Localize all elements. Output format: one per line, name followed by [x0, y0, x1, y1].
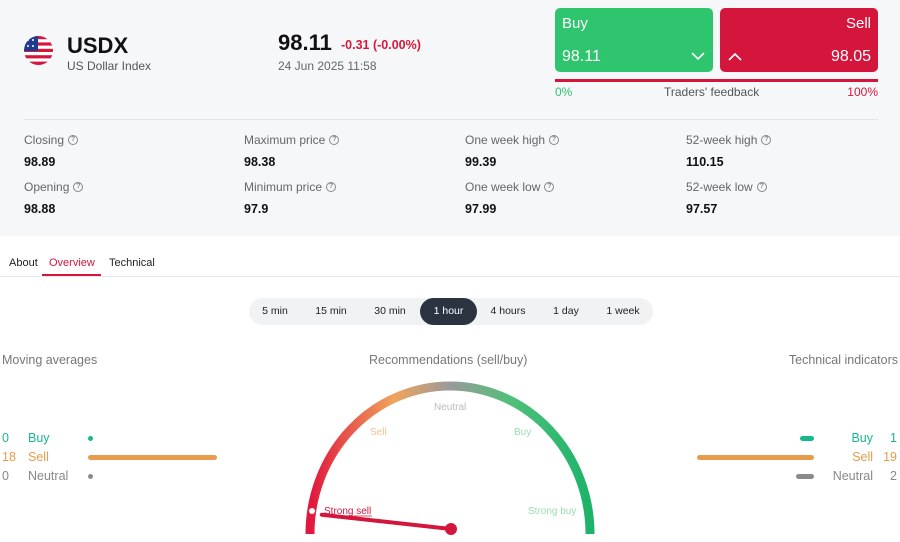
info-icon[interactable]: ?: [761, 135, 772, 145]
tab-overview[interactable]: Overview: [49, 257, 95, 269]
buy-button-label: Buy: [562, 15, 588, 32]
stat-label: Opening: [24, 180, 70, 194]
ma-sell-count: 18: [2, 450, 16, 464]
sell-button[interactable]: Sell 98.05: [720, 8, 878, 72]
buy-button[interactable]: Buy 98.11: [555, 8, 713, 72]
recommendations-title: Recommendations (sell/buy): [369, 353, 528, 367]
period-30-min[interactable]: 30 min: [361, 298, 419, 325]
gauge-endpoint: [309, 508, 315, 514]
stat-label: Closing: [24, 133, 65, 147]
ti-buy-bar: [800, 436, 814, 441]
gauge-label-sell: Sell: [370, 427, 387, 438]
info-icon[interactable]: ?: [329, 135, 340, 145]
chevron-down-icon: [691, 52, 705, 61]
gauge-label-strong-buy: Strong buy: [528, 506, 576, 517]
ti-sell-bar: [697, 455, 814, 460]
stat-label: One week high: [465, 133, 546, 147]
stat-maximum-price: Maximum price? 98.38: [244, 133, 444, 169]
info-icon[interactable]: ?: [756, 182, 767, 192]
instrument-name: US Dollar Index: [67, 59, 152, 73]
sell-button-label: Sell: [845, 15, 871, 32]
stat-label: Maximum price: [244, 133, 326, 147]
us-flag-icon: [24, 36, 53, 65]
ti-neutral-label: Neutral: [832, 469, 873, 483]
ma-sell-bar: [88, 455, 217, 460]
active-tab-indicator: [42, 274, 101, 276]
tab-technical[interactable]: Technical: [109, 257, 155, 269]
technical-indicators-title: Technical indicators: [788, 353, 898, 367]
info-icon[interactable]: ?: [549, 135, 560, 145]
gauge-needle: [319, 512, 453, 531]
feedback-sell-percent: 100%: [847, 85, 878, 99]
stat-closing: Closing? 98.89: [24, 133, 224, 169]
ti-sell-label: Sell: [852, 450, 873, 464]
current-price: 98.11: [278, 30, 332, 55]
quote-timestamp: 24 Jun 2025 11:58: [278, 59, 377, 73]
ti-neutral-count: 2: [890, 469, 897, 483]
period-15-min[interactable]: 15 min: [301, 298, 361, 325]
tab-about[interactable]: About: [9, 257, 38, 269]
ma-neutral-bar: [88, 474, 93, 479]
instrument-panel: USDX US Dollar Index 98.11 -0.31 (-0.00%…: [0, 0, 900, 236]
gauge-needle-hub: [445, 523, 457, 535]
section-tabs: About Overview Technical: [0, 252, 900, 277]
feedback-buy-percent: 0%: [555, 85, 573, 99]
stat-minimum-price: Minimum price? 97.9: [244, 180, 444, 216]
info-icon[interactable]: ?: [68, 135, 79, 145]
stat-value: 97.9: [244, 202, 269, 216]
stat-one-week-high: One week high? 99.39: [465, 133, 665, 169]
stat-value: 97.99: [465, 202, 497, 216]
stat-label: 52-week low: [686, 180, 753, 194]
ti-sell-count: 19: [883, 450, 897, 464]
stat-label: One week low: [465, 180, 541, 194]
stat-value: 99.39: [465, 155, 497, 169]
ma-buy-bar: [88, 436, 93, 441]
feedback-label: Traders' feedback: [664, 85, 760, 99]
ma-sell-label: Sell: [28, 450, 49, 464]
stat-value: 97.57: [686, 202, 718, 216]
stat-value: 98.38: [244, 155, 276, 169]
buy-price: 98.11: [562, 48, 601, 65]
stat-52-week-low: 52-week low? 97.57: [686, 180, 886, 216]
ma-neutral-label: Neutral: [28, 469, 69, 483]
gauge-label-neutral: Neutral: [434, 402, 466, 413]
stat-value: 110.15: [686, 155, 724, 169]
ma-neutral-count: 0: [2, 469, 9, 483]
price-change: -0.31 (-0.00%): [341, 38, 421, 52]
sell-price: 98.05: [830, 48, 871, 65]
stat-value: 98.89: [24, 155, 56, 169]
instrument-symbol: USDX: [67, 33, 129, 58]
stat-label: Minimum price: [244, 180, 323, 194]
ti-buy-label: Buy: [851, 431, 873, 445]
ti-neutral-bar: [796, 474, 814, 479]
period-selector: 5 min 15 min 30 min 1 hour 4 hours 1 day…: [249, 298, 653, 325]
ma-buy-count: 0: [2, 431, 9, 445]
moving-averages-title: Moving averages: [2, 353, 98, 367]
period-1-hour[interactable]: 1 hour: [420, 298, 477, 325]
info-icon[interactable]: ?: [544, 182, 555, 192]
stat-one-week-low: One week low? 97.99: [465, 180, 665, 216]
divider: [24, 119, 878, 120]
ma-buy-label: Buy: [28, 431, 50, 445]
stat-label: 52-week high: [686, 133, 758, 147]
period-1-week[interactable]: 1 week: [593, 298, 653, 325]
info-icon[interactable]: ?: [73, 182, 84, 192]
stat-opening: Opening? 98.88: [24, 180, 224, 216]
traders-feedback-bar: [555, 79, 878, 82]
period-4-hours[interactable]: 4 hours: [478, 298, 538, 325]
period-1-day[interactable]: 1 day: [539, 298, 593, 325]
gauge-label-buy: Buy: [514, 427, 531, 438]
stat-52-week-high: 52-week high? 110.15: [686, 133, 886, 169]
info-icon[interactable]: ?: [326, 182, 337, 192]
ti-buy-count: 1: [890, 431, 897, 445]
stat-value: 98.88: [24, 202, 56, 216]
period-5-min[interactable]: 5 min: [249, 298, 301, 325]
chevron-up-icon: [728, 52, 742, 61]
recommendation-gauge: Strong sell Sell Neutral Buy Strong buy: [305, 381, 595, 535]
